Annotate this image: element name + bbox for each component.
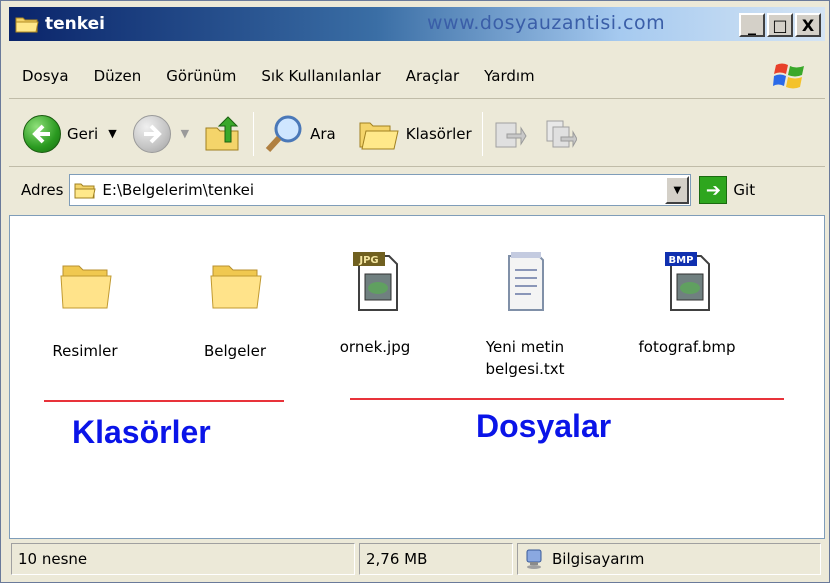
menu-favorites[interactable]: Sık Kullanılanlar: [261, 67, 380, 85]
explorer-window: tenkei www.dosyauzantisi.com _ □ X Dosya…: [0, 0, 830, 583]
item-label: fotograf.bmp: [638, 338, 736, 356]
folder-item-belgeler[interactable]: Belgeler: [170, 252, 300, 362]
bmp-badge: BMP: [669, 255, 694, 266]
address-dropdown-button[interactable]: ▼: [665, 176, 690, 204]
file-item-text[interactable]: Yeni metin belgesi.txt: [460, 248, 590, 380]
item-label: Yeni metin belgesi.txt: [485, 338, 565, 378]
files-annotation: Dosyalar: [476, 408, 612, 444]
back-arrow-icon: [23, 114, 61, 153]
menu-tools[interactable]: Araçlar: [406, 67, 459, 85]
folders-annotation: Klasörler: [72, 414, 211, 450]
folder-icon: [74, 183, 97, 199]
folders-button[interactable]: Klasörler: [358, 111, 472, 157]
address-bar: Adres E:\Belgelerim\tenkei ▼ ➔ Git: [9, 169, 825, 211]
status-bar: 10 nesne 2,76 MB Bilgisayarım: [9, 542, 825, 576]
minimize-button[interactable]: _: [739, 13, 765, 37]
folder-icon: [210, 265, 262, 309]
title-bar[interactable]: tenkei www.dosyauzantisi.com _ □ X: [9, 7, 825, 41]
window-title: tenkei: [45, 14, 105, 34]
up-folder-icon: [205, 115, 239, 150]
jpg-badge: JPG: [358, 255, 378, 266]
watermark-text: www.dosyauzantisi.com: [427, 12, 666, 34]
move-to-icon: [495, 122, 527, 147]
item-label: Resimler: [52, 342, 118, 360]
copy-to-icon: [546, 120, 577, 148]
menu-help[interactable]: Yardım: [484, 67, 535, 85]
item-label: ornek.jpg: [339, 338, 411, 356]
window-controls: _ □ X: [739, 13, 821, 37]
move-to-button[interactable]: [493, 111, 527, 157]
folders-icon: [359, 122, 399, 149]
address-input[interactable]: E:\Belgelerim\tenkei ▼: [69, 174, 692, 206]
bmp-file-icon: BMP: [665, 252, 710, 311]
menu-bar: Dosya Düzen Görünüm Sık Kullanılanlar Ar…: [9, 53, 825, 99]
windows-logo-icon: [773, 63, 804, 89]
status-location: Bilgisayarım: [517, 543, 821, 575]
computer-icon: [526, 549, 542, 569]
search-icon: [265, 115, 302, 152]
forward-dropdown-icon[interactable]: ▼: [181, 127, 189, 140]
status-size: 2,76 MB: [359, 543, 513, 575]
menu-file[interactable]: Dosya: [22, 67, 69, 85]
menu-view[interactable]: Görünüm: [166, 67, 236, 85]
address-label: Adres: [21, 181, 64, 199]
toolbar: Geri ▼ ▼ Ara Klasörler: [9, 101, 825, 167]
status-location-label: Bilgisayarım: [552, 550, 645, 568]
folders-divider: [44, 400, 284, 402]
menu-edit[interactable]: Düzen: [94, 67, 142, 85]
jpg-file-icon: JPG: [353, 252, 398, 311]
forward-button[interactable]: ▼: [132, 111, 189, 157]
file-item-ornek-jpg[interactable]: JPG ornek.jpg: [310, 248, 440, 358]
folders-label: Klasörler: [405, 124, 472, 143]
close-button[interactable]: X: [795, 13, 821, 37]
item-label: Belgeler: [204, 342, 266, 360]
copy-to-button[interactable]: [543, 111, 577, 157]
folder-item-resimler[interactable]: Resimler: [20, 252, 150, 362]
file-item-fotograf-bmp[interactable]: BMP fotograf.bmp: [622, 248, 752, 358]
go-label: Git: [733, 181, 756, 199]
forward-arrow-icon: [132, 114, 171, 153]
maximize-button[interactable]: □: [767, 13, 793, 37]
text-file-icon: [508, 252, 544, 311]
search-label: Ara: [310, 124, 336, 143]
status-count: 10 nesne: [11, 543, 355, 575]
folder-icon: [15, 17, 39, 33]
search-button[interactable]: Ara: [264, 111, 336, 157]
back-button[interactable]: Geri ▼: [9, 111, 117, 157]
folder-icon: [60, 265, 112, 309]
files-divider: [350, 398, 784, 400]
go-arrow-icon: ➔: [699, 176, 728, 204]
back-label: Geri: [67, 124, 99, 143]
back-dropdown-icon[interactable]: ▼: [108, 127, 116, 140]
toolbar-separator: [481, 111, 483, 156]
go-button[interactable]: ➔ Git: [699, 176, 755, 204]
file-view[interactable]: Resimler Belgeler JPG ornek.jpg Yeni met…: [9, 215, 825, 539]
up-folder-button[interactable]: [203, 111, 243, 157]
address-value: E:\Belgelerim\tenkei: [102, 181, 254, 199]
toolbar-separator: [253, 111, 255, 156]
